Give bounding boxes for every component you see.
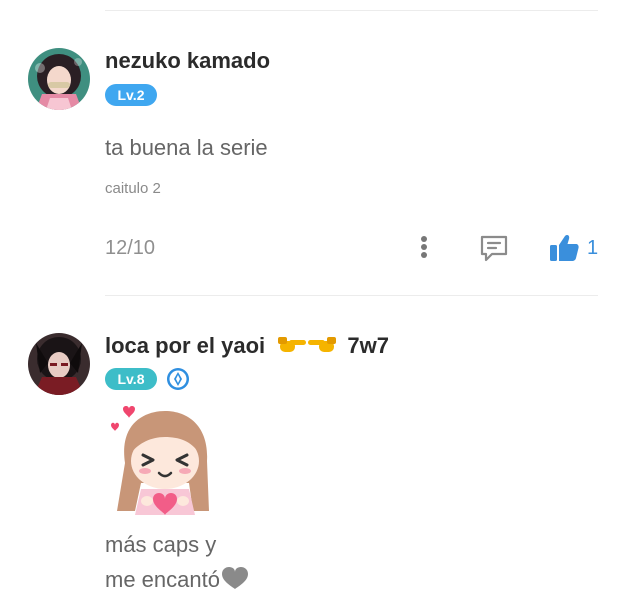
pointing-right-icon (277, 333, 307, 361)
username-suffix: 7w7 (347, 333, 390, 358)
divider-middle (105, 295, 598, 296)
curator-badge-icon (166, 367, 190, 391)
reply-icon[interactable] (478, 232, 510, 264)
username[interactable]: loca por el yaoi 7w7 (105, 333, 389, 361)
grey-heart-icon (221, 566, 249, 596)
pointing-left-icon (307, 333, 337, 361)
chapter-note: caitulo 2 (105, 180, 161, 197)
thumbs-up-icon[interactable] (548, 232, 580, 264)
comment-text-line-1: más caps y (105, 532, 217, 557)
comment-text-line-2: me encantó (105, 566, 249, 596)
more-vertical-icon[interactable] (414, 234, 434, 262)
comment-date: 12/10 (105, 237, 156, 259)
comment-text: ta buena la serie (105, 135, 268, 160)
level-badge: Lv.2 (105, 84, 157, 106)
username[interactable]: nezuko kamado (105, 48, 270, 74)
username-text: loca por el yaoi (105, 333, 266, 358)
anime-girl-sticker (105, 403, 215, 515)
avatar[interactable] (28, 48, 90, 110)
level-badge: Lv.8 (105, 368, 157, 390)
like-count: 1 (587, 237, 599, 259)
divider-top (105, 10, 598, 11)
comment-text-line-2-text: me encantó (105, 566, 220, 592)
avatar[interactable] (28, 333, 90, 395)
